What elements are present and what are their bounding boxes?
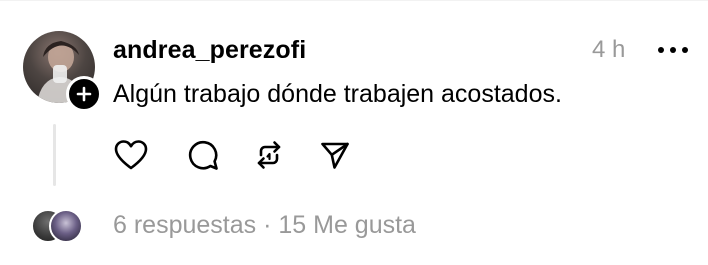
more-options-button[interactable] [655,36,691,64]
repost-button[interactable] [251,137,287,173]
top-divider [0,0,708,1]
post-stats: 6 respuestas · 15 Me gusta [113,211,416,240]
timestamp: 4 h [592,36,626,63]
plus-icon [76,86,92,102]
send-icon [321,142,349,169]
replies-avatars[interactable] [31,209,83,243]
repost-icon [257,141,281,169]
post-text: Algún trabajo dónde trabajen acostados. [113,80,562,108]
stats-separator: · [263,211,272,239]
like-button[interactable] [113,137,149,173]
comment-icon [188,140,218,170]
likes-count-link[interactable]: 15 Me gusta [278,211,416,239]
reply-avatar [49,209,83,243]
more-horizontal-icon [658,47,688,53]
share-button[interactable] [317,137,353,173]
replies-count-link[interactable]: 6 respuestas [113,211,256,239]
thread-line [53,124,56,186]
follow-button[interactable] [66,76,102,112]
thread-post: andrea_perezofi 4 h Algún trabajo dónde … [0,0,708,265]
heart-icon [114,140,148,170]
comment-button[interactable] [185,137,221,173]
username[interactable]: andrea_perezofi [113,36,306,65]
